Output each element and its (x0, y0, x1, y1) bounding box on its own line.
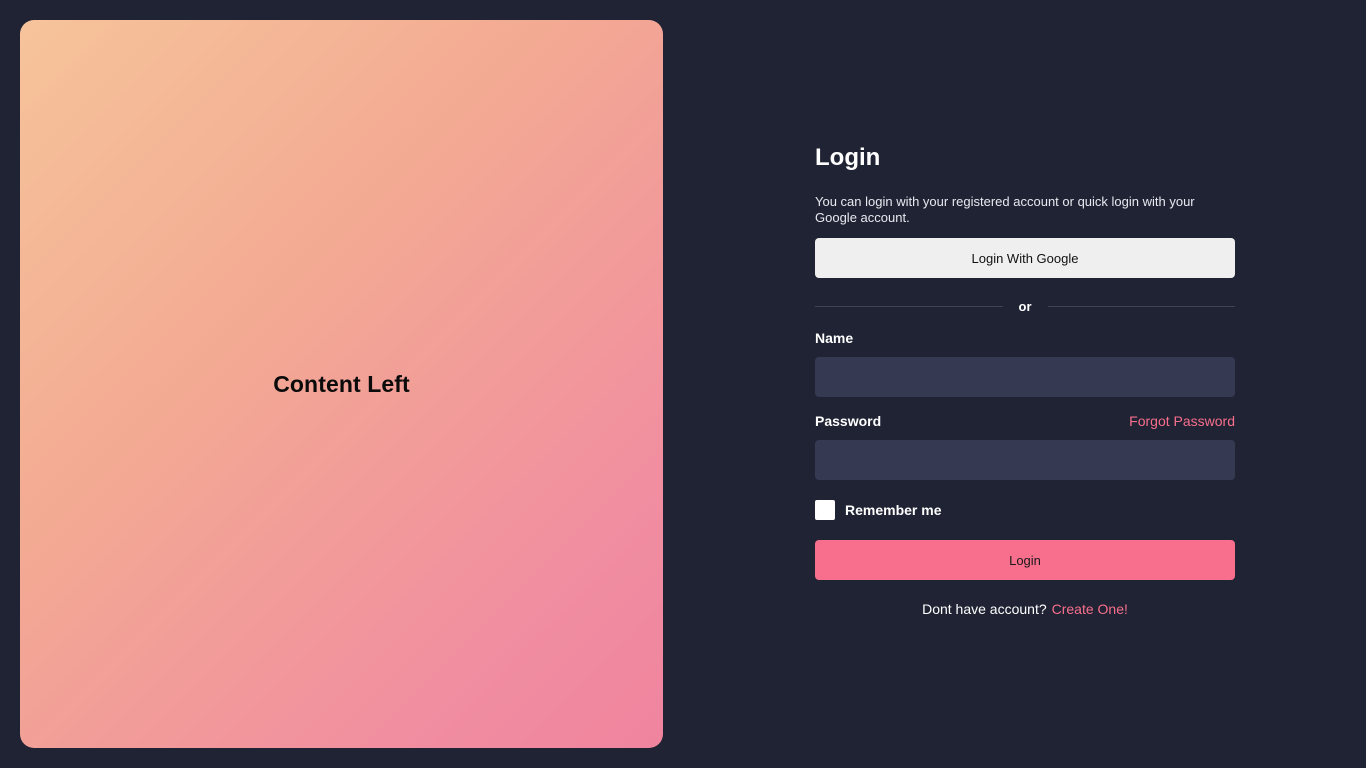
password-input[interactable] (815, 440, 1235, 480)
forgot-password-link[interactable]: Forgot Password (1129, 413, 1235, 429)
login-form: Login You can login with your registered… (815, 140, 1235, 618)
content-left-panel: Content Left (20, 20, 663, 748)
login-button[interactable]: Login (815, 540, 1235, 580)
divider-line-right (1047, 306, 1235, 307)
content-left-title: Content Left (273, 370, 410, 397)
or-divider: or (815, 298, 1235, 315)
create-account-link[interactable]: Create One! (1052, 601, 1128, 617)
login-page: Content Left Login You can login with yo… (0, 0, 1366, 768)
divider-text: or (1018, 299, 1032, 314)
signup-row: Dont have account? Create One! (815, 600, 1235, 618)
login-title: Login (815, 144, 881, 171)
remember-me-label[interactable]: Remember me (845, 502, 942, 518)
name-label: Name (815, 330, 854, 346)
divider-line-left (815, 306, 1003, 307)
login-subtitle: You can login with your registered accou… (815, 194, 1195, 225)
remember-me-checkbox[interactable] (815, 500, 835, 520)
remember-me-row: Remember me (815, 500, 1235, 520)
signup-prompt: Dont have account? (922, 601, 1047, 617)
name-label-row: Name (815, 329, 1235, 347)
name-input[interactable] (815, 357, 1235, 397)
password-label-row: Password Forgot Password (815, 412, 1235, 430)
password-label: Password (815, 413, 882, 429)
login-with-google-button[interactable]: Login With Google (815, 238, 1235, 278)
